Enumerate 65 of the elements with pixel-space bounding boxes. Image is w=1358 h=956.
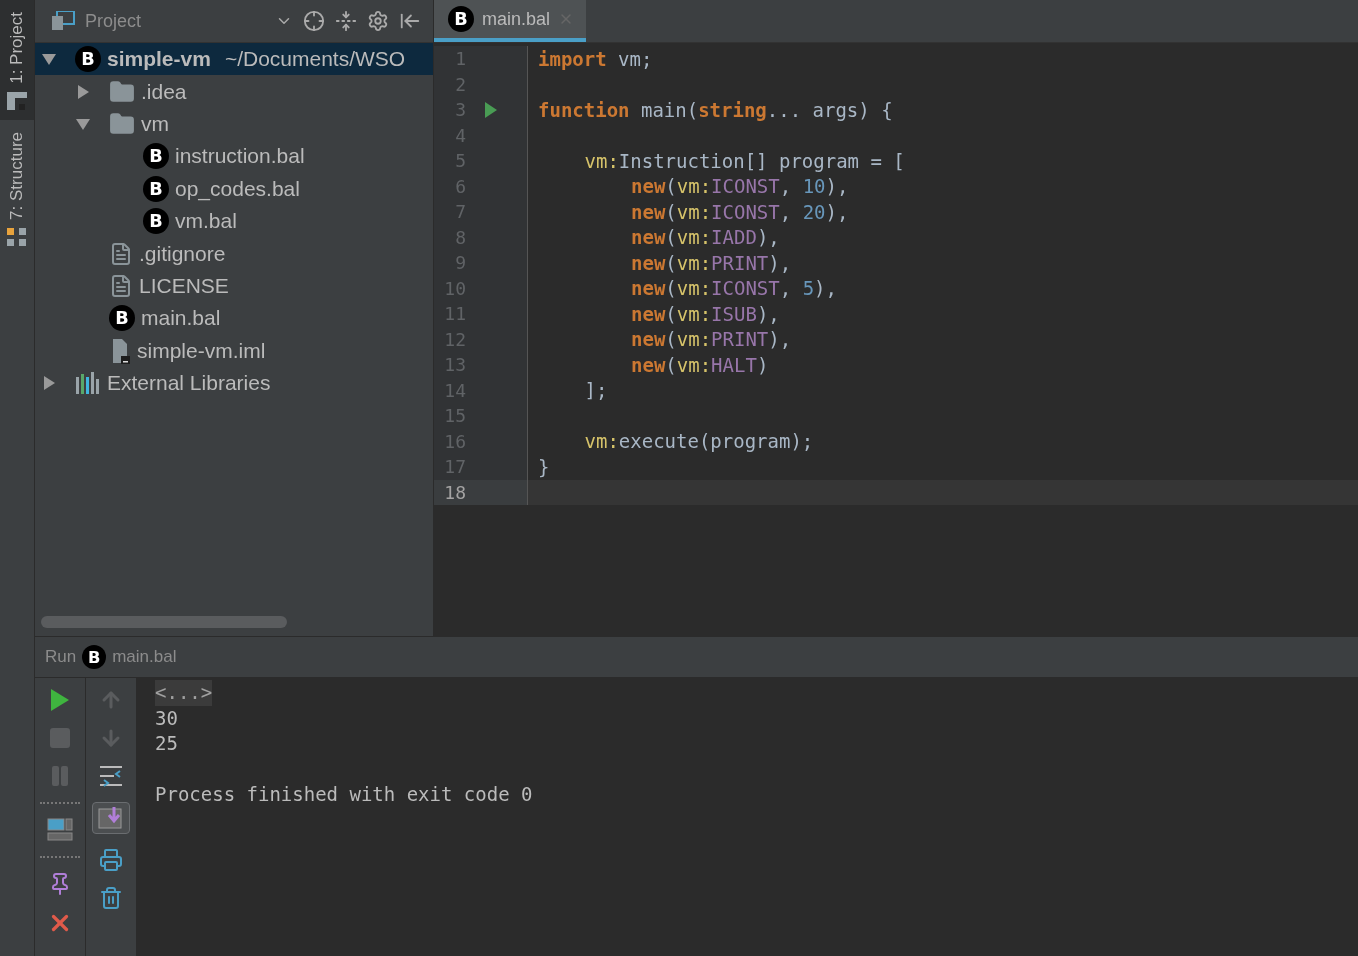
scrollbar[interactable] [41,616,287,628]
ballerina-file-icon: B [143,143,169,170]
tree-row[interactable]: .gitignore [35,237,433,270]
expand-arrow-icon[interactable] [41,375,57,392]
tool-window-tab[interactable]: 1: Project [0,0,34,120]
folder-icon [109,78,135,105]
tree-row[interactable]: simple-vm.iml [35,334,433,367]
code-text: } [538,455,550,478]
ballerina-file-icon: B [75,46,101,73]
run-tab[interactable]: B main.bal [82,645,177,669]
tree-row[interactable]: B main.bal [35,302,433,335]
tree-row[interactable]: B op_codes.bal [35,172,433,205]
text-file-icon [109,241,133,266]
tree-row[interactable]: B simple-vm ~/Documents/WSO [35,43,433,76]
tool-window-tab[interactable]: 7: Structure [0,119,34,256]
folder-icon [109,110,135,137]
settings-icon[interactable] [367,10,389,32]
collapse-all-icon[interactable] [335,10,357,32]
code-text: new(vm:ICONST, 5), [631,277,837,300]
code-text: vm:Instruction[] program = [ [584,149,905,172]
code-text: new(vm:IADD), [631,226,780,249]
tree-row[interactable]: External Libraries [35,366,433,400]
libraries-icon [75,371,101,396]
console-line: Process finished with exit code 0 [155,782,533,807]
code-text: vm:execute(program); [584,430,814,453]
console-line: 25 [155,731,178,756]
scroll-to-end-button[interactable] [92,802,130,834]
code-text: new(vm:ICONST, 20), [631,200,849,223]
trash-icon[interactable] [99,886,123,910]
ballerina-file-icon: B [448,6,474,32]
tree-row[interactable]: .idea [35,75,433,108]
ballerina-run-icon: B [82,645,107,669]
print-icon[interactable] [99,848,123,872]
tree-row[interactable]: B vm.bal [35,204,433,238]
project-view-icon [51,11,75,31]
code-text: new(vm:PRINT), [631,251,792,274]
project-icon [7,91,27,110]
ballerina-file-icon: B [109,305,135,332]
run-panel-title: Run [45,647,77,667]
code-text: new(vm:ISUB), [631,302,780,325]
text-file-icon [109,273,133,298]
console-line: 30 [155,705,178,731]
project-path: ~/Documents/WSO [224,47,406,72]
ballerina-file-icon: B [143,175,169,202]
code-text: import vm; [538,47,653,70]
code-text: ]; [584,379,608,402]
line-number: 18 [443,481,466,503]
expand-arrow-icon[interactable] [75,83,91,100]
tree-row[interactable]: vm [35,107,433,141]
panel-title: Project [85,10,143,32]
soft-wrap-icon[interactable] [98,764,124,788]
code-text: new(vm:ICONST, 10), [631,175,849,198]
tree-row[interactable]: B instruction.bal [35,140,433,173]
editor-tab[interactable]: B main.bal [434,0,587,42]
code-text: new(vm:PRINT), [631,328,792,351]
run-icon[interactable] [50,688,70,712]
locate-icon[interactable] [303,10,325,32]
code-text: new(vm:HALT) [631,353,769,376]
layout-icon[interactable] [47,818,73,842]
folded-output[interactable]: <...> [155,680,213,706]
code-text: function main(string... args) { [538,98,893,121]
run-gutter-icon[interactable] [484,100,498,119]
ballerina-file-icon: B [143,208,169,235]
structure-icon [7,227,27,246]
tree-row[interactable]: LICENSE [35,269,433,303]
